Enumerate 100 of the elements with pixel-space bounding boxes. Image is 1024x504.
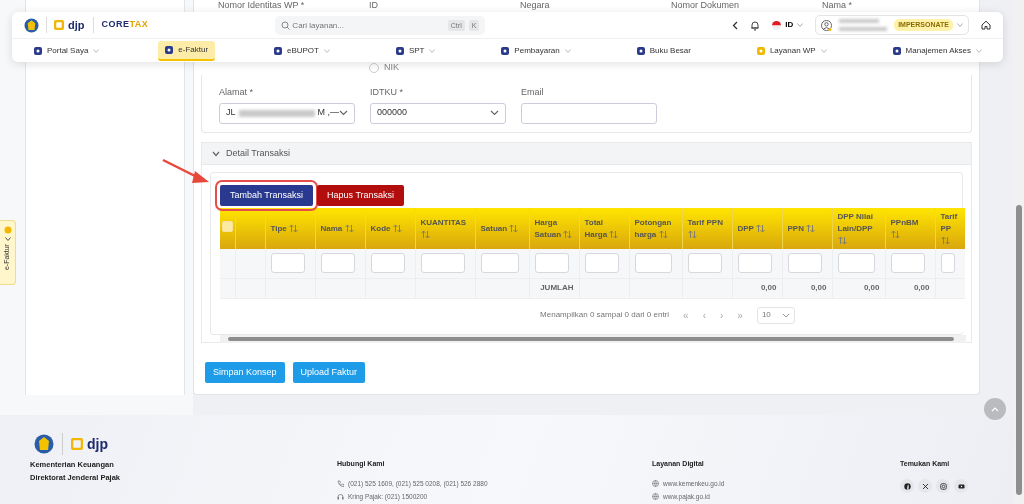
flag-icon [772, 20, 782, 30]
sort-icon[interactable] [687, 229, 697, 239]
facebook-icon [903, 482, 911, 490]
sort-icon[interactable] [289, 223, 299, 233]
sort-icon[interactable] [509, 223, 519, 233]
menu-tab[interactable]: SPT [388, 41, 443, 61]
chevron-down-icon [957, 23, 963, 27]
chevron-down-icon [339, 109, 348, 116]
pagination-info: Menampilkan 0 sampai 0 dari 0 entri [540, 309, 670, 321]
filter-input[interactable] [480, 253, 519, 274]
menu-tab[interactable]: Buku Besar [629, 41, 698, 61]
checkbox[interactable] [222, 221, 233, 232]
sort-icon[interactable] [563, 229, 573, 239]
upload-button[interactable]: Upload Faktur [292, 362, 366, 383]
menu-tab[interactable]: eBUPOT [266, 41, 337, 61]
chevron-up-icon [991, 406, 999, 412]
chevron-down-icon [4, 237, 11, 241]
scroll-top-button[interactable] [984, 398, 1006, 420]
sort-icon[interactable] [756, 223, 766, 233]
x-logo-icon [921, 482, 929, 490]
search-icon [281, 20, 291, 30]
radio-label: NIK [384, 61, 399, 75]
chevron-down-icon [490, 109, 499, 116]
chevron-left-icon[interactable] [732, 20, 739, 30]
total-value: 0,00 [810, 283, 827, 292]
filter-input[interactable] [890, 253, 925, 274]
filter-input[interactable] [634, 253, 672, 274]
filter-input[interactable] [787, 253, 822, 274]
globe-icon [652, 480, 659, 487]
sort-icon[interactable] [940, 235, 950, 245]
sort-icon[interactable] [837, 235, 847, 245]
menu-tab[interactable]: Pembayaran [494, 41, 578, 61]
input-field[interactable] [521, 102, 657, 124]
section-title: Detail Transaksi [226, 146, 291, 160]
field-value: M ,— [317, 106, 339, 120]
redacted-text [839, 27, 888, 31]
square-logo-icon [54, 20, 64, 30]
filter-input[interactable] [370, 253, 405, 274]
filter-input[interactable] [320, 253, 355, 274]
brand-text: CORETAX [101, 18, 149, 32]
total-value: 0,00 [863, 283, 880, 292]
select-field[interactable]: JL M ,— [219, 102, 355, 124]
menu-tab[interactable]: e-Faktur [158, 41, 216, 61]
filter-input[interactable] [584, 253, 619, 274]
filter-input[interactable] [737, 253, 772, 274]
total-value: 0,00 [760, 283, 777, 292]
field-label: ID [369, 0, 378, 10]
user-icon [821, 19, 833, 31]
chevron-down-icon [781, 312, 790, 318]
field-label: Alamat * [219, 86, 254, 99]
phone-icon [337, 480, 344, 487]
home-icon[interactable] [981, 20, 991, 30]
total-value: JUMLAH [540, 283, 574, 292]
brand-text: djp [68, 17, 85, 33]
emblem-logo [24, 17, 39, 33]
field-label: Nama * [822, 0, 852, 10]
filter-input[interactable] [270, 253, 305, 274]
sort-icon[interactable] [392, 223, 402, 233]
menu-tab[interactable]: Manajemen Akses [885, 41, 989, 61]
globe-icon [652, 493, 659, 500]
social-link[interactable] [954, 479, 968, 493]
headset-icon [337, 493, 344, 500]
menu-tab[interactable]: Layanan WP [749, 41, 834, 61]
filter-input[interactable] [837, 253, 875, 274]
scroll-thumb[interactable] [228, 336, 954, 341]
sort-icon[interactable] [658, 229, 668, 239]
tag-icon [3, 226, 12, 234]
sort-icon[interactable] [890, 229, 900, 239]
emblem-logo [34, 434, 54, 454]
filter-input[interactable] [420, 253, 465, 274]
social-link[interactable] [900, 479, 914, 493]
language-selector[interactable]: ID [772, 19, 804, 31]
youtube-icon [957, 482, 965, 490]
filter-input[interactable] [534, 253, 569, 274]
sort-icon[interactable] [420, 229, 430, 239]
scroll-thumb[interactable] [1016, 205, 1022, 495]
field-value: 000000 [377, 106, 408, 120]
field-label: Email [521, 86, 545, 99]
field-label: Nomor Identitas WP * [218, 0, 305, 10]
filter-input[interactable] [940, 253, 955, 274]
bell-icon[interactable] [750, 19, 761, 31]
filter-input[interactable] [687, 253, 722, 274]
delete-button[interactable]: Hapus Transaksi [317, 185, 405, 206]
menu-tab[interactable]: Portal Saya [27, 41, 107, 61]
field-label: IDTKU * [370, 86, 404, 99]
sort-icon[interactable] [344, 223, 354, 233]
sort-icon[interactable] [806, 223, 816, 233]
sort-icon[interactable] [609, 229, 619, 239]
brand-text: djp [87, 434, 108, 454]
page-size-select[interactable]: 10 [756, 306, 795, 324]
save-draft-button[interactable]: Simpan Konsep [205, 362, 285, 383]
total-value: 0,00 [913, 283, 930, 292]
instagram-icon [939, 482, 947, 490]
select-field[interactable]: 000000 [370, 102, 506, 124]
section-header[interactable]: Detail Transaksi [201, 142, 972, 165]
chevron-down-icon [797, 23, 804, 27]
scrollbar[interactable] [220, 334, 966, 343]
pointer-arrow [161, 158, 211, 186]
social-link[interactable] [918, 479, 932, 493]
field-label: Nomor Dokumen [671, 0, 740, 10]
